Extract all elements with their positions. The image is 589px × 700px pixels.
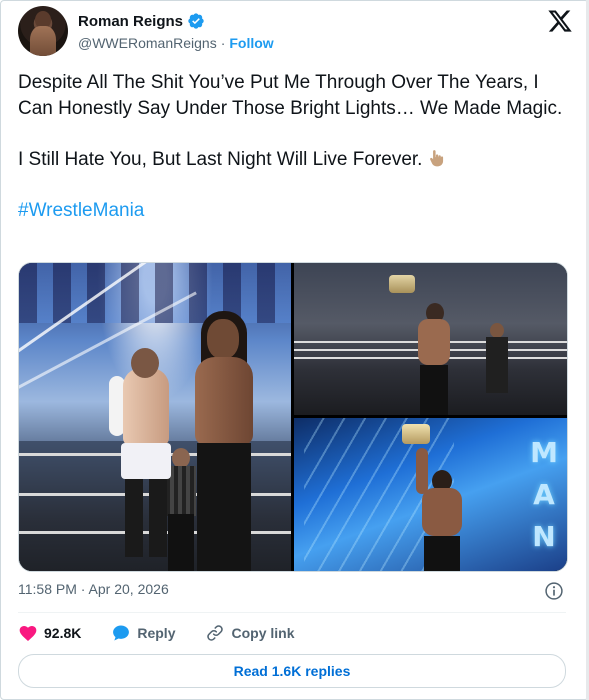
avatar[interactable] xyxy=(18,6,68,56)
champion-legs xyxy=(424,536,460,571)
avatar-torso xyxy=(30,26,56,56)
wrestler-leg xyxy=(149,479,167,557)
x-logo-icon[interactable] xyxy=(547,8,573,34)
follow-link[interactable]: Follow xyxy=(229,35,273,51)
action-bar: 92.8K Reply Copy link xyxy=(18,621,566,645)
display-name[interactable]: Roman Reigns xyxy=(78,13,183,30)
champion-celebration-ring-photo[interactable] xyxy=(294,263,567,415)
stage-sign-letter: A xyxy=(533,478,555,511)
reply-button[interactable]: Reply xyxy=(111,623,175,643)
referee-head xyxy=(490,323,504,338)
divider xyxy=(18,612,566,613)
tweet-paragraph-1: Despite All The Shit You’ve Put Me Throu… xyxy=(18,72,563,119)
wrestler-left-figure xyxy=(109,348,175,563)
tweet-paragraph-2-text: I Still Hate You, But Last Night Will Li… xyxy=(18,149,423,170)
champion-torso xyxy=(418,319,450,365)
stage-sign-letter: N xyxy=(532,520,556,553)
hashtag-link[interactable]: #WrestleMania xyxy=(18,200,144,221)
copy-link-label: Copy link xyxy=(231,625,295,641)
stage-sign-text: MAN xyxy=(527,432,561,558)
champion-torso xyxy=(422,488,462,536)
like-button[interactable]: 92.8K xyxy=(18,623,81,643)
tweet-text: Despite All The Shit You’ve Put Me Throu… xyxy=(18,70,566,249)
wrestler-torso xyxy=(123,368,169,446)
wrestler-trunks xyxy=(121,443,171,479)
hashtag-line: #WrestleMania xyxy=(18,198,566,224)
referee-shirt xyxy=(486,337,508,393)
pointing-up-hand-icon xyxy=(430,150,444,167)
handle[interactable]: @WWERomanReigns xyxy=(78,35,217,51)
like-count: 92.8K xyxy=(44,625,82,641)
copy-link-button[interactable]: Copy link xyxy=(205,623,295,643)
wrestler-head xyxy=(131,348,159,378)
verified-badge-icon xyxy=(188,13,204,29)
handle-row: @WWERomanReigns · Follow xyxy=(78,35,274,51)
champion-raising-title-photo[interactable]: MAN xyxy=(294,418,567,571)
timestamp-row: 11:58 PM · Apr 20, 2026 xyxy=(18,581,566,603)
heart-icon xyxy=(19,626,37,641)
read-replies-button[interactable]: Read 1.6K replies xyxy=(18,654,566,688)
link-icon xyxy=(207,625,224,641)
reply-label: Reply xyxy=(137,625,176,641)
referee-figure xyxy=(484,323,510,393)
timestamp[interactable]: 11:58 PM · Apr 20, 2026 xyxy=(18,581,169,597)
wrestler-torso xyxy=(195,357,253,445)
championship-belt xyxy=(389,275,415,293)
wrestler-pants xyxy=(197,443,251,571)
name-row: Roman Reigns xyxy=(78,12,205,30)
champion-figure xyxy=(414,299,454,415)
reply-bubble-icon xyxy=(113,625,130,641)
tweet-paragraph-2: I Still Hate You, But Last Night Will Li… xyxy=(18,147,566,173)
separator: · xyxy=(220,35,226,51)
wrestler-head xyxy=(207,319,239,359)
media-grid: MAN xyxy=(18,262,568,572)
tweet-header: Roman Reigns @WWERomanReigns · Follow xyxy=(18,6,573,60)
wrestler-leg xyxy=(125,479,143,557)
champion-legs xyxy=(420,365,448,415)
champion-raised-arm xyxy=(416,448,428,494)
championship-belt xyxy=(402,424,430,444)
info-icon[interactable] xyxy=(544,581,564,601)
wrestler-right-figure xyxy=(189,311,259,571)
stage-sign-letter: M xyxy=(530,436,558,469)
champion-figure xyxy=(412,448,472,571)
wrestlers-face-off-photo[interactable] xyxy=(19,263,291,571)
